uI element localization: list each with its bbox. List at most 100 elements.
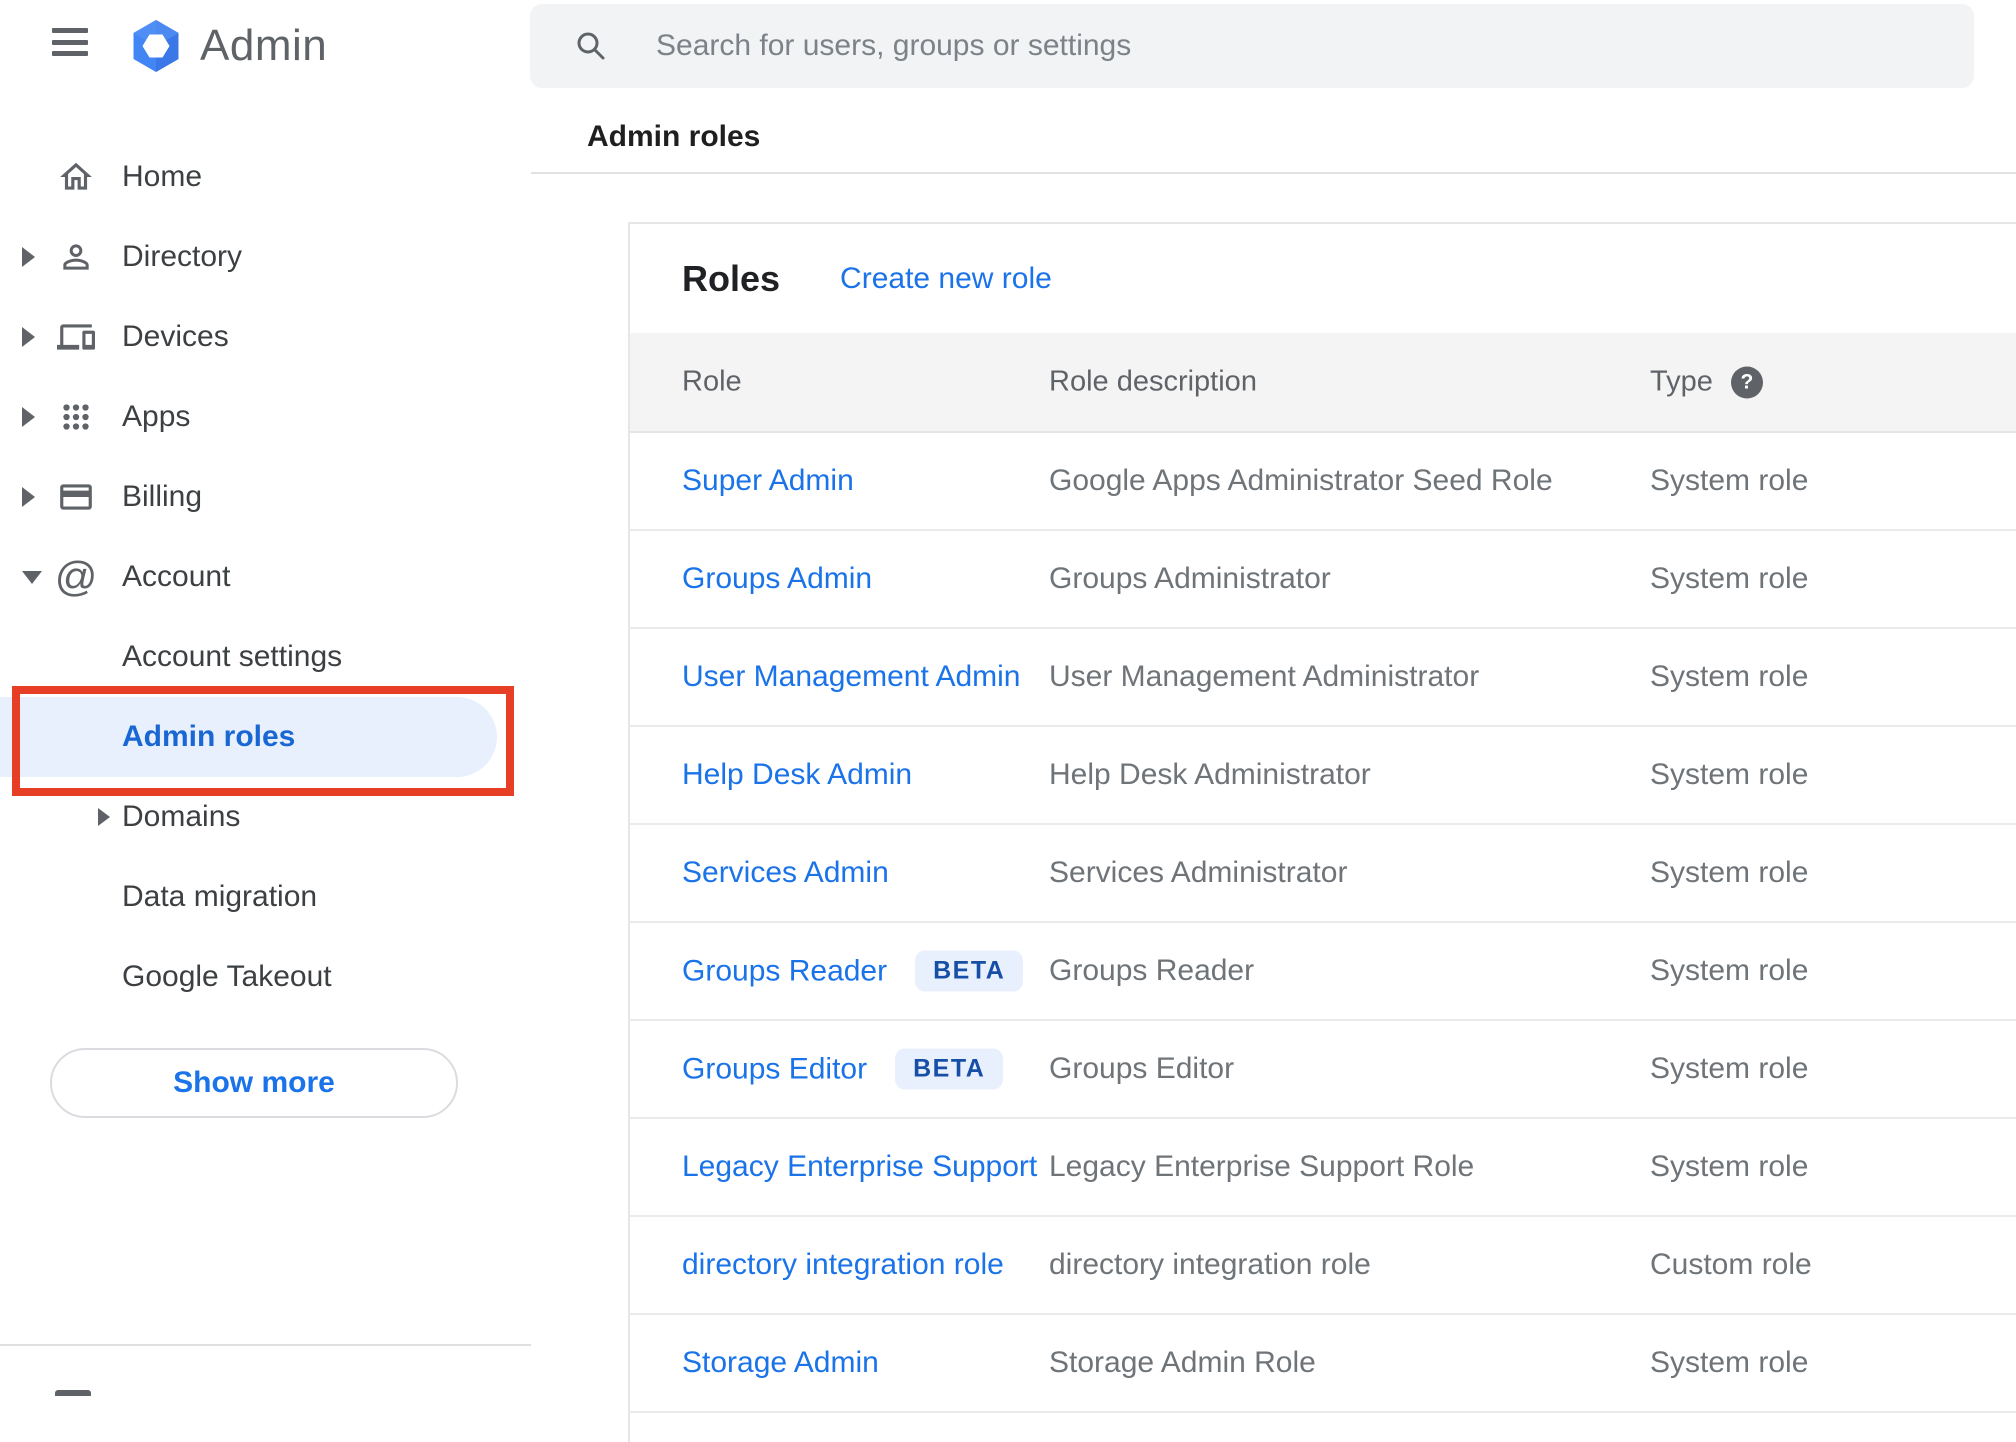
show-more-button[interactable]: Show more <box>50 1048 458 1118</box>
role-type-cell: System role <box>1650 856 1809 889</box>
beta-badge: BETA <box>895 1048 1004 1090</box>
role-cell: directory integration role <box>682 1248 1004 1282</box>
table-row: Super Admin Google Apps Administrator Se… <box>630 433 2016 531</box>
card-title: Roles <box>682 257 781 299</box>
role-link[interactable]: Groups Editor <box>682 1052 867 1086</box>
table-row: Groups Reader BETA Groups Reader System … <box>630 923 2016 1021</box>
role-cell: Services Admin <box>682 856 889 890</box>
devices-icon <box>56 317 96 357</box>
role-cell: Super Admin <box>682 464 854 498</box>
sidebar-item-admin-roles[interactable]: Admin roles <box>0 697 497 777</box>
table-row: Help Desk Admin Help Desk Administrator … <box>630 727 2016 825</box>
table-row: Storage Admin Storage Admin Role System … <box>630 1315 2016 1413</box>
role-description-cell: User Management Administrator <box>1049 660 1480 693</box>
beta-badge: BETA <box>915 950 1024 992</box>
role-description-cell: Groups Editor <box>1049 1052 1235 1085</box>
sidebar-subitem-label: Data migration <box>122 880 318 913</box>
role-cell: Storage Admin <box>682 1346 879 1380</box>
sidebar-item-devices[interactable]: Devices <box>0 297 531 377</box>
search-input[interactable] <box>654 28 1944 64</box>
role-link[interactable]: User Management Admin <box>682 660 1021 694</box>
role-cell: Groups Admin <box>682 562 872 596</box>
table-row: directory integration role directory int… <box>630 1217 2016 1315</box>
role-type-cell: System role <box>1650 1346 1809 1379</box>
sidebar-item-label: Billing <box>122 480 203 513</box>
sidebar-item-label: Directory <box>122 240 243 273</box>
role-link[interactable]: Super Admin <box>682 464 854 498</box>
role-cell: User Management Admin <box>682 660 1021 694</box>
role-description-cell: Legacy Enterprise Support Role <box>1049 1150 1475 1183</box>
sidebar-item-google-takeout[interactable]: Google Takeout <box>0 937 531 1017</box>
table-row: Legacy Enterprise Support Legacy Enterpr… <box>630 1119 2016 1217</box>
role-link[interactable]: Storage Admin <box>682 1346 879 1380</box>
apps-icon <box>56 397 96 437</box>
sidebar-item-label: Devices <box>122 320 229 353</box>
sidebar-header: Admin <box>0 0 531 100</box>
sidebar-item-label: Account <box>122 560 231 593</box>
role-description-cell: Groups Administrator <box>1049 562 1331 595</box>
admin-logo-icon <box>128 18 184 74</box>
sidebar-divider <box>0 1344 531 1346</box>
role-description-cell: Groups Reader <box>1049 954 1255 987</box>
create-new-role-link[interactable]: Create new role <box>840 262 1052 296</box>
role-link[interactable]: Help Desk Admin <box>682 758 912 792</box>
role-link[interactable]: Services Admin <box>682 856 889 890</box>
sidebar-item-home[interactable]: Home <box>0 137 531 217</box>
expand-arrow-icon[interactable] <box>98 808 110 826</box>
roles-card-header: Roles Create new role <box>630 224 2016 333</box>
table-row: Groups Admin Groups Administrator System… <box>630 531 2016 629</box>
role-description-cell: Services Administrator <box>1049 856 1348 889</box>
table-row: Groups Editor BETA Groups Editor System … <box>630 1021 2016 1119</box>
expand-arrow-icon[interactable] <box>22 327 35 347</box>
sidebar-subitem-label: Account settings <box>122 640 343 673</box>
expand-arrow-icon[interactable] <box>22 247 35 267</box>
role-type-cell: System role <box>1650 660 1809 693</box>
role-link[interactable]: Groups Admin <box>682 562 872 596</box>
role-description-cell: Storage Admin Role <box>1049 1346 1316 1379</box>
sidebar-item-label: Apps <box>122 400 191 433</box>
role-link[interactable]: directory integration role <box>682 1248 1004 1282</box>
expand-arrow-icon[interactable] <box>22 570 42 584</box>
roles-card: Roles Create new role Role Role descript… <box>628 222 2016 1442</box>
column-header-type: Type ? <box>1650 366 1763 399</box>
sidebar: Admin Home Directory Devices Apps Billin… <box>0 0 531 1396</box>
role-type-cell: System role <box>1650 758 1809 791</box>
partial-cutoff-icon <box>55 1390 91 1396</box>
help-icon[interactable]: ? <box>1730 366 1763 398</box>
breadcrumb: Admin roles <box>587 120 761 153</box>
role-type-cell: Custom role <box>1650 1248 1812 1281</box>
expand-arrow-icon[interactable] <box>22 487 35 507</box>
role-link[interactable]: Groups Reader <box>682 954 887 988</box>
search-bar[interactable] <box>530 4 1974 88</box>
sidebar-subitem-label: Google Takeout <box>122 960 332 993</box>
app-title: Admin <box>200 21 328 70</box>
sidebar-item-account-settings[interactable]: Account settings <box>0 617 531 697</box>
sidebar-item-apps[interactable]: Apps <box>0 377 531 457</box>
table-row: User Management Admin User Management Ad… <box>630 629 2016 727</box>
role-description-cell: directory integration role <box>1049 1248 1371 1281</box>
role-type-cell: System role <box>1650 562 1809 595</box>
role-type-cell: System role <box>1650 1052 1809 1085</box>
sidebar-subitem-label: Admin roles <box>122 720 296 753</box>
role-cell: Groups Reader BETA <box>682 950 1024 992</box>
menu-icon[interactable] <box>52 28 88 56</box>
column-header-type-label: Type <box>1650 365 1713 398</box>
column-header-description: Role description <box>1049 365 1257 398</box>
person-icon <box>56 237 96 277</box>
sidebar-item-billing[interactable]: Billing <box>0 457 531 537</box>
sidebar-item-domains[interactable]: Domains <box>0 777 531 857</box>
sidebar-item-label: Home <box>122 160 203 193</box>
sidebar-item-account[interactable]: @ Account <box>0 537 531 617</box>
at-icon: @ <box>54 553 98 600</box>
sidebar-nav: Home Directory Devices Apps Billing @ Ac… <box>0 137 531 1017</box>
card-icon <box>56 477 96 517</box>
expand-arrow-icon[interactable] <box>22 407 35 427</box>
role-description-cell: Help Desk Administrator <box>1049 758 1371 791</box>
role-cell: Groups Editor BETA <box>682 1048 1004 1090</box>
role-type-cell: System role <box>1650 464 1809 497</box>
sidebar-item-directory[interactable]: Directory <box>0 217 531 297</box>
sidebar-item-data-migration[interactable]: Data migration <box>0 857 531 937</box>
role-cell: Legacy Enterprise Support <box>682 1150 1037 1184</box>
role-link[interactable]: Legacy Enterprise Support <box>682 1150 1037 1184</box>
role-description-cell: Google Apps Administrator Seed Role <box>1049 464 1553 497</box>
